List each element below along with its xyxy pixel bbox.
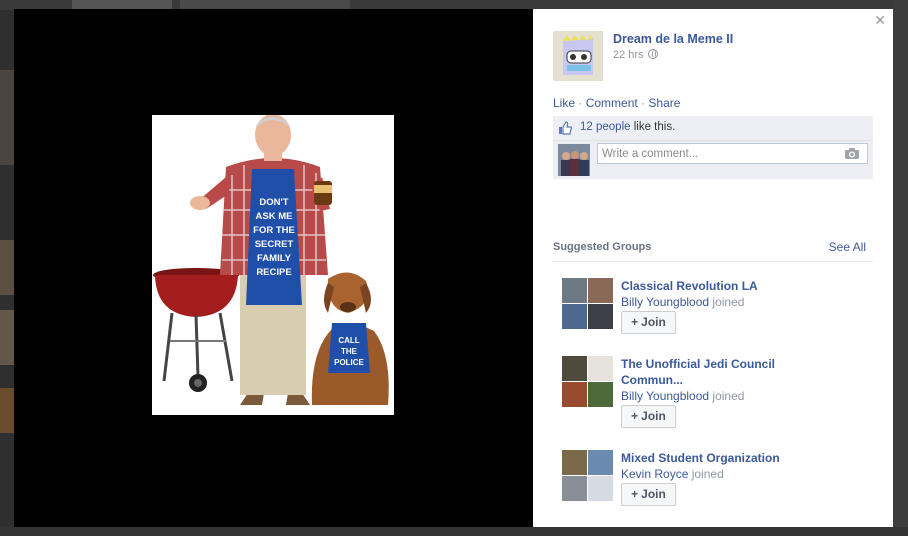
post-actions: Like · Comment · Share: [553, 96, 680, 110]
man-graphic: DON'T ASK ME FOR THE SECRET FAMILY RECIP…: [190, 115, 332, 405]
close-icon[interactable]: ✕: [874, 12, 886, 29]
join-group-button[interactable]: + Join: [621, 483, 676, 506]
feedback-divider: [553, 140, 873, 141]
join-label: Join: [641, 487, 666, 501]
share-link[interactable]: Share: [648, 96, 680, 110]
likes-count-link[interactable]: 12 people: [580, 121, 631, 133]
plus-icon: +: [631, 315, 639, 329]
see-all-link[interactable]: See All: [829, 240, 866, 254]
apron-text-line: SECRET: [255, 239, 294, 250]
likes-summary: 12 people like this.: [580, 121, 675, 133]
meme-photo: DON'T ASK ME FOR THE SECRET FAMILY RECIP…: [152, 115, 394, 415]
apron-text-line: DON'T: [259, 197, 288, 208]
group-name-link[interactable]: The Unofficial Jedi Council Commun...: [621, 356, 801, 388]
grill-graphic: [153, 268, 239, 392]
bbq-man-dog-image: DON'T ASK ME FOR THE SECRET FAMILY RECIP…: [153, 115, 389, 405]
apron-text-line: FAMILY: [257, 253, 292, 264]
dog-graphic: CALL THE POLICE: [311, 272, 389, 405]
thumbs-up-icon: [559, 121, 572, 135]
apron-text-line: FOR THE: [253, 225, 295, 236]
member-name-link[interactable]: Billy Youngblood: [621, 389, 709, 403]
group-member-joined: Kevin Royce joined: [621, 467, 724, 481]
group-member-joined: Billy Youngblood joined: [621, 295, 744, 309]
join-label: Join: [641, 315, 666, 329]
background-right-column: [893, 0, 908, 536]
action-separator: ·: [641, 96, 646, 110]
action-separator: ·: [578, 96, 583, 110]
suggested-divider: [553, 261, 873, 262]
poster-name[interactable]: Dream de la Meme II: [613, 32, 733, 46]
join-group-button[interactable]: + Join: [621, 405, 676, 428]
apron-text-line: ASK ME: [256, 211, 293, 222]
post-time-text[interactable]: 22 hrs: [613, 49, 644, 61]
post-side-panel: ✕ Dream de la Meme II 22 hrs Like · Comm…: [533, 9, 893, 527]
group-photo-grid[interactable]: [562, 278, 613, 329]
group-photo-grid[interactable]: [562, 450, 613, 501]
joined-text: joined: [712, 295, 745, 309]
globe-icon: [647, 49, 658, 59]
background-left-column: [0, 10, 14, 536]
group-name-link[interactable]: Mixed Student Organization: [621, 450, 801, 466]
post-timestamp[interactable]: 22 hrs: [613, 49, 658, 61]
camera-icon[interactable]: [845, 148, 859, 159]
group-photo-grid[interactable]: [562, 356, 613, 407]
photo-stage[interactable]: DON'T ASK ME FOR THE SECRET FAMILY RECIP…: [14, 9, 533, 527]
background-bottom: [0, 527, 908, 536]
commenter-avatar[interactable]: [558, 144, 590, 176]
joined-text: joined: [691, 467, 724, 481]
like-link[interactable]: Like: [553, 96, 575, 110]
group-member-joined: Billy Youngblood joined: [621, 389, 744, 403]
member-name-link[interactable]: Kevin Royce: [621, 467, 688, 481]
dog-apron-text-line: POLICE: [334, 358, 364, 367]
comment-input[interactable]: [597, 143, 868, 164]
comment-link[interactable]: Comment: [586, 96, 638, 110]
joined-text: joined: [712, 389, 745, 403]
plus-icon: +: [631, 409, 639, 423]
plus-icon: +: [631, 487, 639, 501]
join-label: Join: [641, 409, 666, 423]
join-group-button[interactable]: + Join: [621, 311, 676, 334]
dog-apron-text-line: THE: [341, 347, 358, 356]
apron-text-line: RECIPE: [256, 267, 291, 278]
feedback-box: 12 people like this.: [553, 116, 873, 179]
likes-suffix: like this.: [633, 121, 676, 133]
dog-apron-text-line: CALL: [338, 336, 359, 345]
poster-avatar[interactable]: [553, 31, 603, 81]
member-name-link[interactable]: Billy Youngblood: [621, 295, 709, 309]
group-name-link[interactable]: Classical Revolution LA: [621, 278, 801, 294]
suggested-groups-title: Suggested Groups: [553, 241, 652, 253]
